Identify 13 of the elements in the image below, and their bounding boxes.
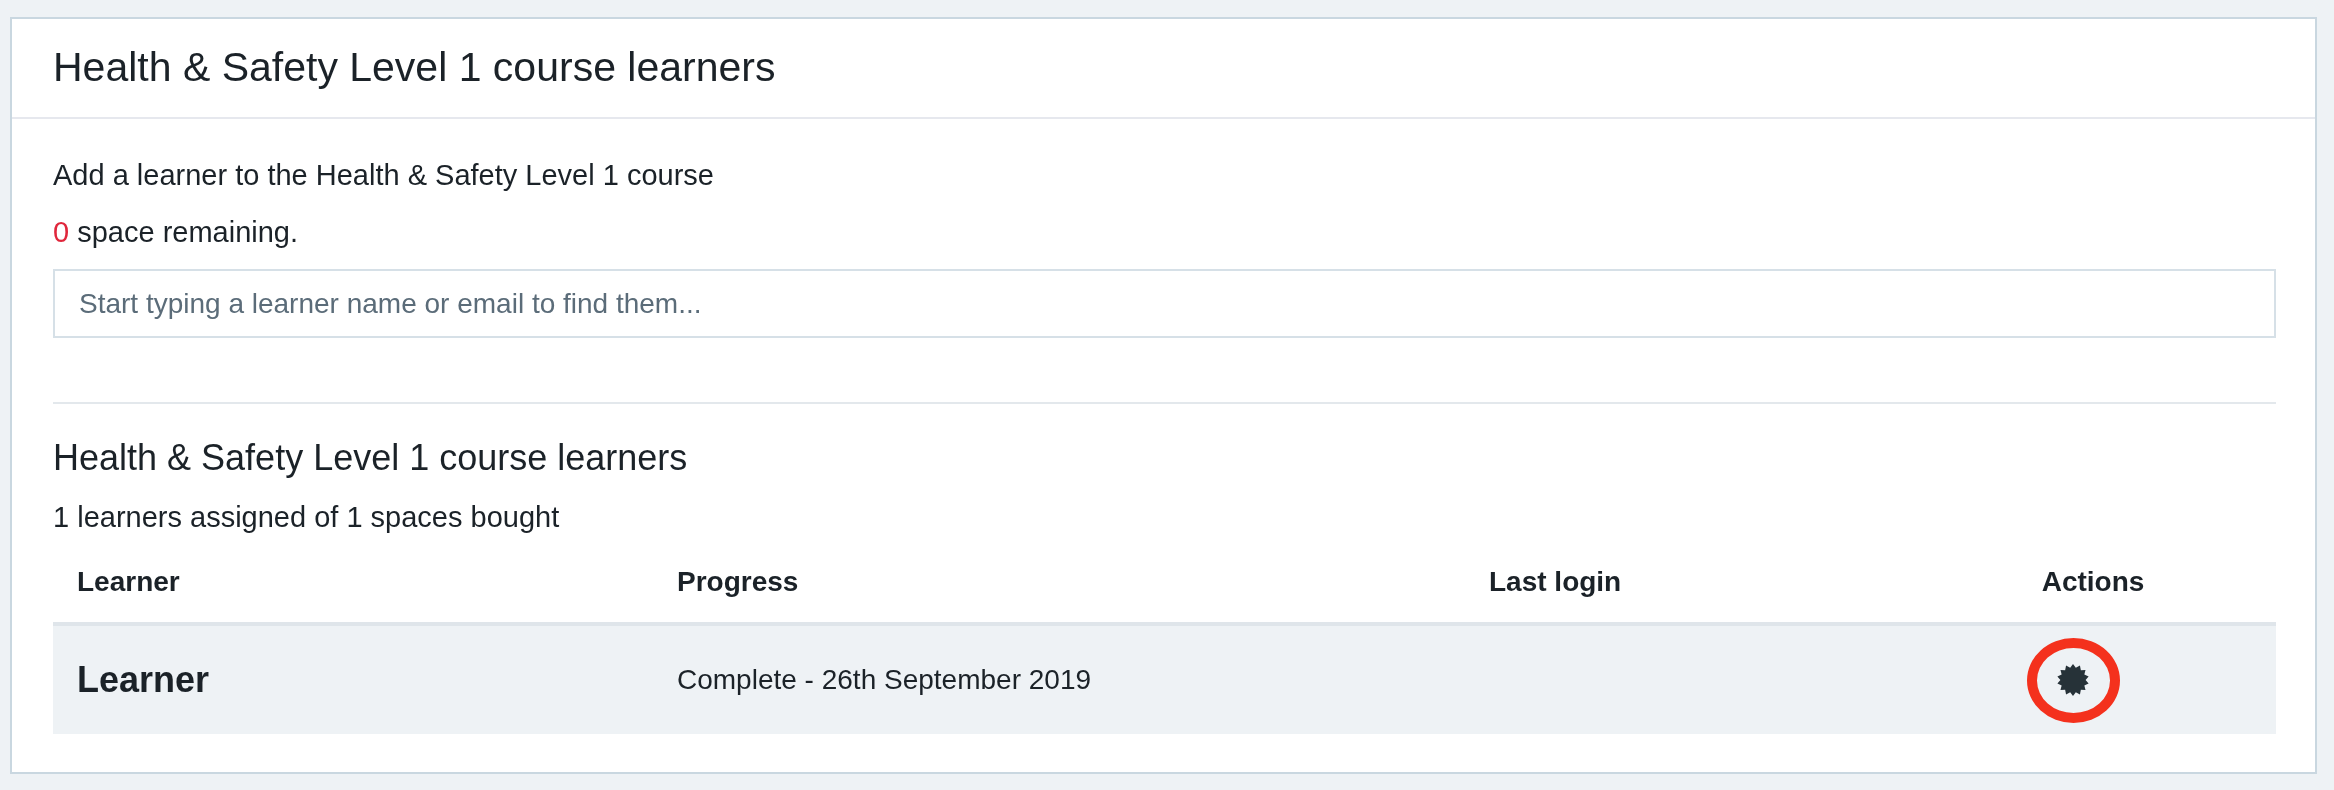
spaces-remaining-text: 0 space remaining. xyxy=(53,215,300,250)
learner-name: Learner xyxy=(77,659,210,701)
column-header: Last login xyxy=(1489,566,1622,597)
starburst-icon[interactable] xyxy=(2057,664,2089,696)
add-learner-heading: Add a learner to the Health & Safety Level 1 course xyxy=(53,158,715,193)
progress-text: Complete - 26th September 2019 xyxy=(677,664,1092,696)
column-header: Actions xyxy=(2041,566,2145,597)
column-header: Learner xyxy=(77,566,180,597)
page-title: Health & Safety Level 1 course learners xyxy=(53,43,776,93)
column-header: Progress xyxy=(677,566,799,597)
learner-search-field[interactable]: Start typing a learner name or email to find them... xyxy=(53,269,2276,338)
section-title: Health & Safety Level 1 course learners xyxy=(53,436,689,479)
learners-summary: 1 learners assigned of 1 spaces bought xyxy=(53,500,561,535)
